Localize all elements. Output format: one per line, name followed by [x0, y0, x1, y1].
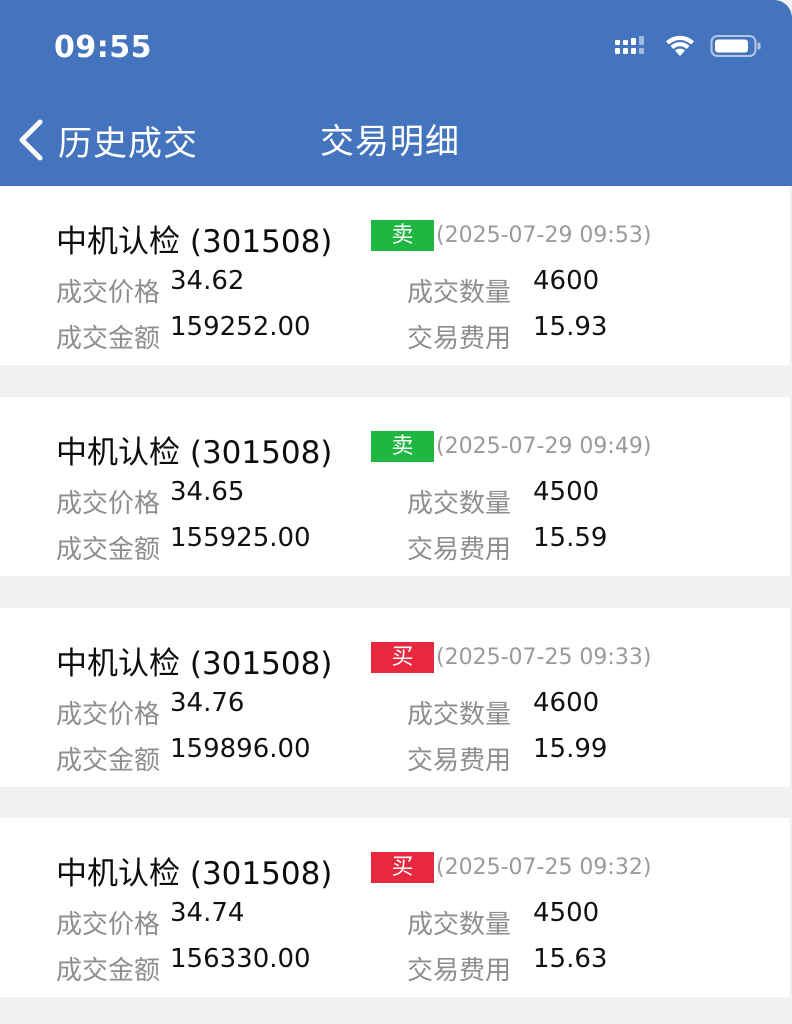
wifi-icon	[666, 35, 694, 56]
price-value: 34.65	[170, 477, 245, 507]
fee-value: 15.99	[533, 734, 608, 764]
quantity-value: 4500	[533, 898, 600, 928]
nav-header: 09:55 历史成交 交易明细	[0, 0, 792, 186]
page-title: 交易明细	[320, 122, 460, 162]
trade-card[interactable]: 中机认检 (301508) 买 (2025-07-25 09:33) 成交价格 …	[0, 608, 790, 787]
amount-value: 159252.00	[170, 312, 311, 342]
stock-name: 中机认检 (301508)	[56, 856, 333, 892]
quantity-value: 4600	[533, 688, 600, 718]
price-value: 34.76	[170, 688, 245, 718]
fee-label: 交易费用	[407, 956, 512, 986]
fee-value: 15.63	[533, 944, 608, 974]
price-label: 成交价格	[56, 278, 161, 308]
back-button[interactable]: 历史成交	[14, 112, 198, 168]
stock-name: 中机认检 (301508)	[56, 224, 333, 260]
chevron-left-icon	[19, 119, 43, 161]
trade-time: (2025-07-25 09:33)	[436, 645, 652, 670]
status-time: 09:55	[54, 30, 152, 65]
fee-value: 15.59	[533, 523, 608, 553]
amount-label: 成交金额	[56, 746, 161, 776]
amount-label: 成交金额	[56, 324, 161, 354]
battery-icon	[710, 35, 761, 57]
amount-label: 成交金额	[56, 956, 161, 986]
quantity-label: 成交数量	[407, 700, 512, 730]
quantity-label: 成交数量	[407, 489, 512, 519]
amount-value: 155925.00	[170, 523, 311, 553]
quantity-value: 4600	[533, 266, 600, 296]
fee-label: 交易费用	[407, 535, 512, 565]
fee-value: 15.93	[533, 312, 608, 342]
fee-label: 交易费用	[407, 746, 512, 776]
fee-label: 交易费用	[407, 324, 512, 354]
cellular-signal-icon	[615, 36, 644, 54]
price-value: 34.62	[170, 266, 245, 296]
side-badge-buy: 买	[371, 642, 434, 673]
side-badge-sell: 卖	[371, 220, 434, 251]
back-label: 历史成交	[58, 123, 198, 164]
price-label: 成交价格	[56, 910, 161, 940]
quantity-label: 成交数量	[407, 910, 512, 940]
side-badge-buy: 买	[371, 852, 434, 883]
quantity-label: 成交数量	[407, 278, 512, 308]
trade-card[interactable]: 中机认检 (301508) 买 (2025-07-25 09:32) 成交价格 …	[0, 818, 790, 997]
quantity-value: 4500	[533, 477, 600, 507]
price-label: 成交价格	[56, 489, 161, 519]
trade-time: (2025-07-25 09:32)	[436, 855, 652, 880]
trade-time: (2025-07-29 09:53)	[436, 223, 652, 248]
price-value: 34.74	[170, 898, 245, 928]
amount-value: 156330.00	[170, 944, 311, 974]
stock-name: 中机认检 (301508)	[56, 435, 333, 471]
amount-label: 成交金额	[56, 535, 161, 565]
side-badge-sell: 卖	[371, 431, 434, 462]
trade-card[interactable]: 中机认检 (301508) 卖 (2025-07-29 09:49) 成交价格 …	[0, 397, 790, 576]
status-icons	[614, 34, 762, 58]
trade-time: (2025-07-29 09:49)	[436, 434, 652, 459]
stock-name: 中机认检 (301508)	[56, 646, 333, 682]
trade-card[interactable]: 中机认检 (301508) 卖 (2025-07-29 09:53) 成交价格 …	[0, 186, 790, 365]
amount-value: 159896.00	[170, 734, 311, 764]
price-label: 成交价格	[56, 700, 161, 730]
